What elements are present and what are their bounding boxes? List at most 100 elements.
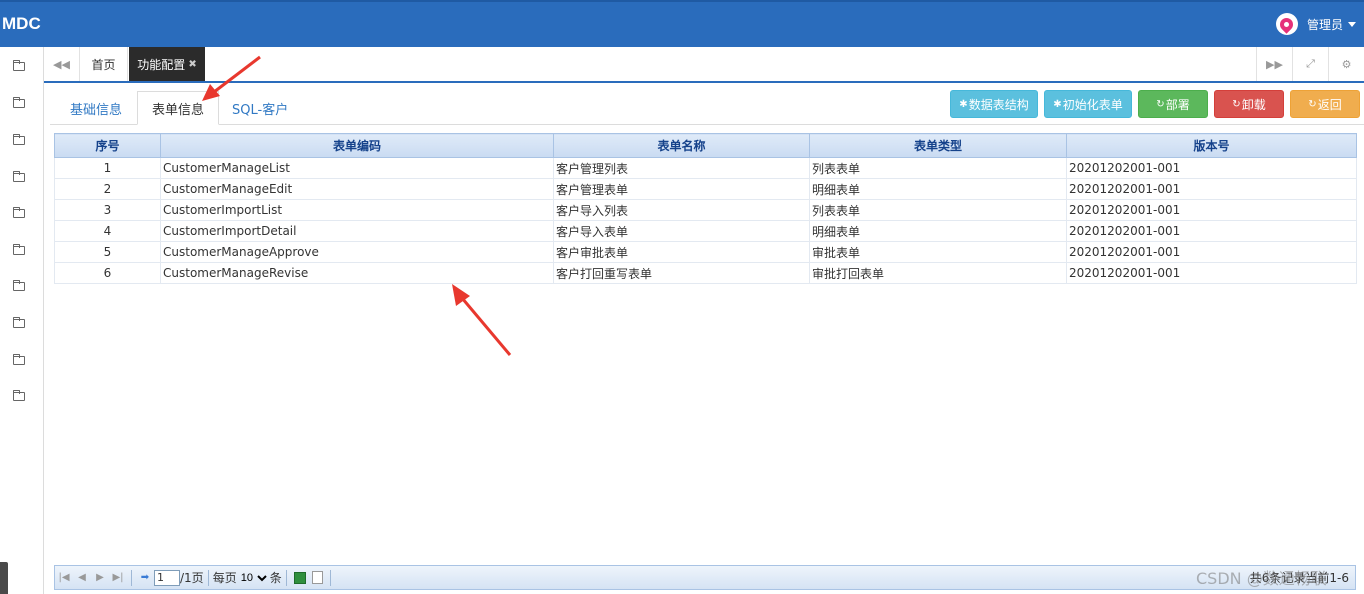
- table-structure-label: 数据表结构: [968, 97, 1029, 112]
- row-index: 2: [54, 178, 161, 200]
- user-menu[interactable]: 管理员: [1275, 12, 1356, 36]
- scroll-right-icon[interactable]: ▶▶: [1256, 47, 1292, 81]
- last-page-icon[interactable]: ▶|: [109, 572, 127, 583]
- folder-icon[interactable]: [13, 134, 25, 145]
- form-code: CustomerManageRevise: [160, 262, 554, 284]
- table-structure-button[interactable]: ✱ 数据表结构: [950, 90, 1038, 118]
- user-avatar: [1275, 13, 1298, 35]
- row-index: 1: [54, 157, 161, 179]
- deploy-button[interactable]: ↻ 部署: [1138, 90, 1208, 118]
- column-header[interactable]: 版本号: [1066, 133, 1357, 158]
- next-page-icon[interactable]: ▶: [91, 572, 109, 583]
- version: 20201202001-001: [1066, 157, 1357, 179]
- column-header[interactable]: 表单类型: [809, 133, 1067, 158]
- table-row[interactable]: 1 CustomerManageList 客户管理列表 列表表单 2020120…: [54, 157, 1357, 179]
- form-code: CustomerManageApprove: [160, 241, 554, 263]
- document-export-icon[interactable]: [311, 571, 323, 584]
- tab-basic-info[interactable]: 基础信息: [56, 91, 136, 125]
- uninstall-label: 卸载: [1241, 97, 1266, 112]
- form-name: 客户管理列表: [553, 157, 810, 179]
- row-index: 5: [54, 241, 161, 263]
- form-type: 列表表单: [809, 157, 1067, 179]
- table-row[interactable]: 6 CustomerManageRevise 客户打回重写表单 审批打回表单 2…: [54, 262, 1357, 284]
- version: 20201202001-001: [1066, 178, 1357, 200]
- page-tab-bar: ◀◀ 首页 功能配置 ✖ ▶▶ ⤢ ⚙: [44, 47, 1364, 83]
- folder-icon[interactable]: [13, 171, 25, 182]
- form-name: 客户审批表单: [553, 241, 810, 263]
- per-page-select[interactable]: 10: [236, 568, 270, 587]
- caret-down-icon: [1348, 21, 1356, 27]
- pagination-bar: |◀ ◀ ▶ ▶| ➡ 1 /1页 每页 10 条 共6条记录当前1-6: [54, 565, 1356, 590]
- row-index: 4: [54, 220, 161, 242]
- version: 20201202001-001: [1066, 220, 1357, 242]
- table-row[interactable]: 4 CustomerImportDetail 客户导入表单 明细表单 20201…: [54, 220, 1357, 242]
- asterisk-icon: ✱: [959, 98, 968, 110]
- form-type: 明细表单: [809, 220, 1067, 242]
- tab-feature-config-label: 功能配置: [137, 57, 186, 72]
- page-input[interactable]: 1: [154, 569, 180, 586]
- folder-icon[interactable]: [13, 97, 25, 108]
- folder-icon[interactable]: [13, 317, 25, 328]
- brand-logo: MDC: [2, 14, 41, 33]
- sidebar-drag-handle[interactable]: [0, 562, 8, 594]
- column-header[interactable]: 表单编码: [160, 133, 554, 158]
- form-code: CustomerImportList: [160, 199, 554, 221]
- form-name: 客户导入表单: [553, 220, 810, 242]
- gear-icon[interactable]: ⚙: [1328, 47, 1364, 81]
- first-page-icon[interactable]: |◀: [55, 572, 73, 583]
- location-pin-icon: [1277, 14, 1297, 34]
- uninstall-button[interactable]: ↻ 卸载: [1214, 90, 1284, 118]
- table-row[interactable]: 3 CustomerImportList 客户导入列表 列表表单 2020120…: [54, 199, 1357, 221]
- form-type: 审批表单: [809, 241, 1067, 263]
- form-type: 审批打回表单: [809, 262, 1067, 284]
- watermark: CSDN @数通畅联: [1196, 569, 1327, 588]
- folder-icon[interactable]: [13, 60, 25, 71]
- tab-home-label: 首页: [91, 57, 116, 72]
- refresh-icon: ↻: [1156, 98, 1165, 110]
- tab-home[interactable]: 首页: [80, 47, 128, 81]
- annotation-arrow-icon: [452, 284, 512, 356]
- scroll-left-icon[interactable]: ◀◀: [44, 47, 80, 81]
- column-header[interactable]: 序号: [54, 133, 161, 158]
- top-bar: MDC 管理员: [0, 0, 1364, 47]
- back-button[interactable]: ↻ 返回: [1290, 90, 1360, 118]
- page-total: /1页: [180, 571, 204, 585]
- asterisk-icon: ✱: [1053, 98, 1062, 110]
- tab-form-info[interactable]: 表单信息: [137, 91, 220, 125]
- table-row[interactable]: 5 CustomerManageApprove 客户审批表单 审批表单 2020…: [54, 241, 1357, 263]
- folder-icon[interactable]: [13, 244, 25, 255]
- init-form-button[interactable]: ✱ 初始化表单: [1044, 90, 1132, 118]
- tab-sql-customer[interactable]: SQL-客户: [218, 91, 302, 125]
- row-index: 6: [54, 262, 161, 284]
- tab-feature-config[interactable]: 功能配置 ✖: [129, 47, 205, 81]
- form-name: 客户导入列表: [553, 199, 810, 221]
- sidebar: [0, 47, 44, 594]
- folder-icon[interactable]: [13, 207, 25, 218]
- fullscreen-icon[interactable]: ⤢: [1292, 47, 1328, 81]
- form-name: 客户打回重写表单: [553, 262, 810, 284]
- form-type: 列表表单: [809, 199, 1067, 221]
- go-page-icon[interactable]: ➡: [136, 572, 154, 583]
- version: 20201202001-001: [1066, 241, 1357, 263]
- table-row[interactable]: 2 CustomerManageEdit 客户管理表单 明细表单 2020120…: [54, 178, 1357, 200]
- form-code: CustomerManageList: [160, 157, 554, 179]
- column-header[interactable]: 表单名称: [553, 133, 810, 158]
- table-header-row: 序号 表单编码 表单名称 表单类型 版本号: [54, 133, 1357, 158]
- folder-icon[interactable]: [13, 354, 25, 365]
- divider: [285, 569, 287, 586]
- form-list-table: 序号 表单编码 表单名称 表单类型 版本号 1 CustomerManageLi…: [54, 133, 1357, 284]
- excel-export-icon[interactable]: [293, 571, 306, 584]
- version: 20201202001-001: [1066, 199, 1357, 221]
- user-name: 管理员: [1306, 17, 1343, 32]
- version: 20201202001-001: [1066, 262, 1357, 284]
- close-icon[interactable]: ✖: [188, 59, 196, 70]
- refresh-icon: ↻: [1308, 98, 1317, 110]
- form-type: 明细表单: [809, 178, 1067, 200]
- prev-page-icon[interactable]: ◀: [73, 572, 91, 583]
- row-index: 3: [54, 199, 161, 221]
- folder-icon[interactable]: [13, 280, 25, 291]
- divider: [329, 569, 331, 586]
- form-code: CustomerImportDetail: [160, 220, 554, 242]
- folder-icon[interactable]: [13, 390, 25, 401]
- refresh-icon: ↻: [1232, 98, 1241, 110]
